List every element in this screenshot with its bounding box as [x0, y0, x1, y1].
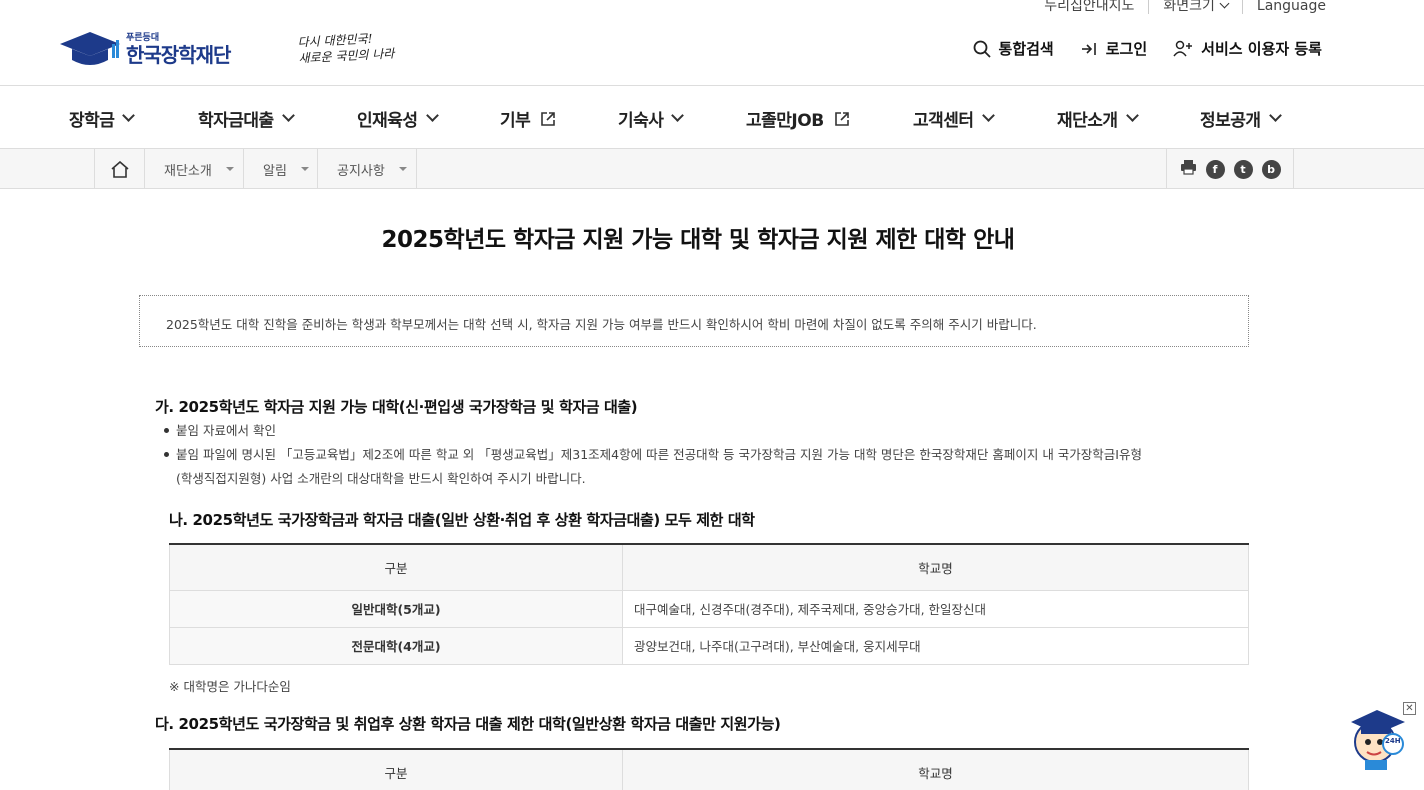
- header-actions: 통합검색 로그인 서비스 이용자 등록: [973, 38, 1322, 59]
- main-navigation: 장학금 학자금대출 인재육성 기부 기숙사 고졸만JOB 고객센터 재단소개 정…: [0, 86, 1424, 149]
- login-icon: [1081, 42, 1096, 55]
- nav-about[interactable]: 재단소개: [1057, 106, 1139, 131]
- home-button[interactable]: [94, 149, 145, 189]
- breadcrumb-label: 공지사항: [337, 163, 385, 179]
- facebook-share-icon[interactable]: f: [1205, 159, 1225, 179]
- nav-label: 기부: [500, 111, 531, 131]
- column-header-category: 구분: [169, 748, 623, 790]
- nav-job[interactable]: 고졸만JOB: [746, 106, 850, 131]
- breadcrumb-label: 알림: [263, 163, 287, 179]
- nav-label: 고객센터: [913, 111, 974, 131]
- nav-label: 기숙사: [618, 111, 664, 131]
- list-item: 붙임 파일에 명시된 「고등교육법」제2조에 따른 학교 외 「평생교육법」제3…: [164, 443, 1254, 467]
- list-item-text: 붙임 파일에 명시된 「고등교육법」제2조에 따른 학교 외 「평생교육법」제3…: [176, 447, 1142, 462]
- school-cell: 광양보건대, 나주대(고구려대), 부산예술대, 웅지세무대: [622, 626, 1249, 665]
- breadcrumb-news[interactable]: 알림: [244, 149, 318, 189]
- nav-customer-center[interactable]: 고객센터: [913, 106, 995, 131]
- table-header-row: 구분 학교명: [169, 748, 1249, 790]
- breadcrumb-label: 재단소개: [164, 163, 212, 179]
- list-item: 붙임 자료에서 확인: [164, 419, 1254, 443]
- list-item-text: 붙임 자료에서 확인: [176, 423, 276, 438]
- chatbot-close-icon[interactable]: ✕: [1403, 702, 1416, 715]
- nav-label: 정보공개: [1200, 111, 1261, 131]
- chevron-down-icon: [281, 109, 295, 122]
- register-button[interactable]: 서비스 이용자 등록: [1173, 38, 1322, 59]
- table-header-row: 구분 학교명: [169, 543, 1249, 591]
- logo-name: 한국장학재단: [126, 42, 231, 67]
- table-row: 전문대학(4개교) 광양보건대, 나주대(고구려대), 부산예술대, 웅지세무대: [169, 626, 1249, 665]
- government-slogan: 다시 대한민국! 새로운 국민의 나라: [297, 30, 394, 67]
- external-link-icon: [834, 111, 849, 126]
- section-a-heading: 가. 2025학년도 학자금 지원 가능 대학(신·편입생 국가장학금 및 학자…: [155, 398, 638, 416]
- nav-scholarship[interactable]: 장학금: [69, 106, 136, 131]
- blog-share-icon[interactable]: b: [1261, 159, 1281, 179]
- nav-talent[interactable]: 인재육성: [357, 106, 439, 131]
- column-header-school: 학교명: [622, 543, 1249, 591]
- site-header: 푸른등대 한국장학재단 다시 대한민국! 새로운 국민의 나라 통합검색 로그인…: [0, 0, 1424, 86]
- category-cell: 전문대학(4개교): [169, 626, 623, 665]
- nav-student-loan[interactable]: 학자금대출: [198, 106, 295, 131]
- twitter-share-icon[interactable]: t: [1233, 159, 1253, 179]
- register-label: 서비스 이용자 등록: [1201, 40, 1322, 58]
- nav-donation[interactable]: 기부: [500, 106, 556, 131]
- category-cell: 일반대학(5개교): [169, 589, 623, 628]
- nav-disclosure[interactable]: 정보공개: [1200, 106, 1282, 131]
- external-link-icon: [541, 111, 556, 126]
- home-icon: [110, 160, 129, 178]
- chevron-down-icon: [122, 109, 136, 122]
- add-user-icon: [1173, 40, 1193, 56]
- chevron-down-icon: [1268, 109, 1282, 122]
- nav-label: 고졸만JOB: [746, 111, 824, 131]
- page-title: 2025학년도 학자금 지원 가능 대학 및 학자금 지원 제한 대학 안내: [381, 227, 1015, 253]
- print-icon: [1180, 160, 1196, 175]
- column-header-school: 학교명: [622, 748, 1249, 790]
- share-tools: f t b: [1166, 149, 1294, 189]
- chatbot-badge: 24H: [1385, 737, 1401, 745]
- list-item-continuation: (학생직접지원형) 사업 소개란의 대상대학을 반드시 확인하여 주시기 바랍니…: [176, 471, 586, 486]
- nav-dormitory[interactable]: 기숙사: [618, 106, 685, 131]
- breadcrumb-about[interactable]: 재단소개: [145, 149, 244, 189]
- chatbot-button[interactable]: 24H: [1347, 704, 1409, 774]
- chevron-down-icon: [671, 109, 685, 122]
- print-button[interactable]: [1180, 159, 1197, 179]
- nav-label: 장학금: [69, 111, 115, 131]
- logo-tagline: 푸른등대: [126, 32, 160, 43]
- integrated-search-button[interactable]: 통합검색: [973, 38, 1054, 59]
- search-label: 통합검색: [998, 40, 1054, 58]
- ordering-note: ※ 대학명은 가나다순임: [169, 679, 291, 694]
- bullet-icon: [164, 452, 169, 457]
- notice-box: 2025학년도 대학 진학을 준비하는 학생과 학부모께서는 대학 선택 시, …: [139, 295, 1249, 347]
- nav-label: 재단소개: [1057, 111, 1118, 131]
- bullet-icon: [164, 428, 169, 433]
- table-row: 일반대학(5개교) 대구예술대, 신경주대(경주대), 제주국제대, 중앙승가대…: [169, 589, 1249, 628]
- column-header-category: 구분: [169, 543, 623, 591]
- login-label: 로그인: [1105, 40, 1148, 58]
- caret-down-icon: [225, 167, 234, 171]
- restricted-universities-table: 구분 학교명 일반대학(5개교) 대구예술대, 신경주대(경주대), 제주국제대…: [169, 543, 1249, 665]
- site-logo[interactable]: 푸른등대 한국장학재단: [58, 30, 231, 68]
- graduation-cap-icon: [58, 30, 122, 68]
- breadcrumb: 재단소개 알림 공지사항 f t b: [0, 149, 1424, 189]
- notice-text: 2025학년도 대학 진학을 준비하는 학생과 학부모께서는 대학 선택 시, …: [166, 317, 1037, 332]
- chevron-down-icon: [1125, 109, 1139, 122]
- section-b-heading: 나. 2025학년도 국가장학금과 학자금 대출(일반 상환·취업 후 상환 학…: [169, 511, 755, 529]
- search-icon: [973, 40, 991, 58]
- chevron-down-icon: [425, 109, 439, 122]
- caret-down-icon: [300, 167, 309, 171]
- loan-restricted-table: 구분 학교명: [169, 748, 1249, 790]
- chevron-down-icon: [981, 109, 995, 122]
- school-cell: 대구예술대, 신경주대(경주대), 제주국제대, 중앙승가대, 한일장신대: [622, 589, 1249, 628]
- section-a-list: 붙임 자료에서 확인 붙임 파일에 명시된 「고등교육법」제2조에 따른 학교 …: [164, 419, 1254, 491]
- nav-label: 인재육성: [357, 111, 418, 131]
- login-button[interactable]: 로그인: [1080, 38, 1147, 59]
- section-c-heading: 다. 2025학년도 국가장학금 및 취업후 상환 학자금 대출 제한 대학(일…: [155, 715, 781, 733]
- breadcrumb-notice[interactable]: 공지사항: [318, 149, 417, 189]
- caret-down-icon: [398, 167, 407, 171]
- nav-label: 학자금대출: [198, 111, 274, 131]
